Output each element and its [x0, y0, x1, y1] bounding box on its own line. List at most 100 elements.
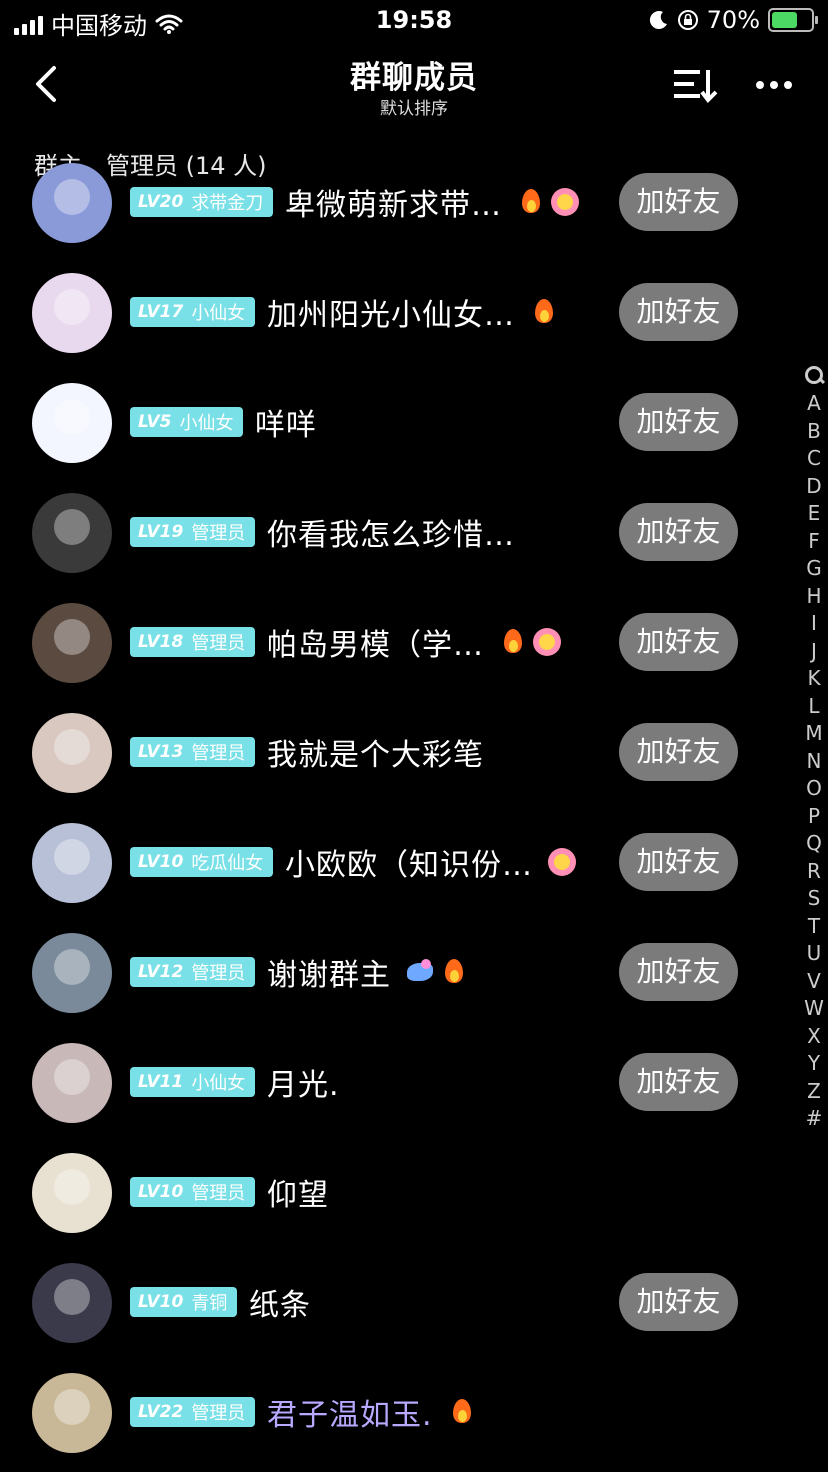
avatar[interactable] [32, 163, 112, 243]
fire-icon [498, 627, 528, 657]
member-row[interactable]: LV11 小仙女 月光. 加好友 [0, 1027, 780, 1137]
flower-icon [532, 627, 562, 657]
index-letter[interactable]: M [805, 720, 822, 748]
dragon-icon [405, 957, 435, 987]
member-row[interactable]: LV18 管理员 帕岛男模（学… 加好友 [0, 587, 780, 697]
level-badge: LV5 小仙女 [130, 407, 244, 437]
index-letter[interactable]: G [806, 555, 822, 583]
member-row[interactable]: LV12 管理员 谢谢群主 加好友 [0, 917, 780, 1027]
level-badge: LV12 管理员 [130, 957, 256, 987]
add-friend-button[interactable]: 加好友 [619, 613, 738, 671]
member-row[interactable]: LV17 小仙女 加州阳光小仙女… 加好友 [0, 257, 780, 367]
level-label: LV5 [138, 412, 172, 432]
index-letter[interactable]: I [811, 610, 817, 638]
level-badge: LV19 管理员 [130, 517, 256, 547]
level-label: LV17 [138, 302, 184, 322]
avatar[interactable] [32, 823, 112, 903]
add-friend-button[interactable]: 加好友 [619, 283, 738, 341]
index-letter[interactable]: W [804, 995, 824, 1023]
badge-title: 小仙女 [191, 1073, 246, 1094]
avatar[interactable] [32, 1153, 112, 1233]
index-letter[interactable]: J [811, 638, 817, 666]
index-letter[interactable]: # [806, 1105, 823, 1133]
index-letter[interactable]: K [807, 665, 820, 693]
badge-title: 吃瓜仙女 [191, 853, 264, 874]
fire-icon [516, 187, 546, 217]
avatar[interactable] [32, 713, 112, 793]
badge-title: 求带金刀 [191, 193, 264, 214]
index-letter[interactable]: E [808, 500, 821, 528]
member-row[interactable]: LV22 管理员 君子温如玉. [0, 1357, 780, 1467]
add-friend-button[interactable]: 加好友 [619, 393, 738, 451]
member-row[interactable]: LV10 吃瓜仙女 小欧欧（知识份… 加好友 [0, 807, 780, 917]
index-letter[interactable]: Q [806, 830, 822, 858]
index-letter[interactable]: X [807, 1023, 821, 1051]
search-icon[interactable] [802, 362, 826, 390]
member-name: 月光. [267, 1068, 340, 1103]
add-friend-button[interactable]: 加好友 [619, 943, 738, 1001]
more-button[interactable] [756, 70, 796, 100]
index-letter[interactable]: N [807, 748, 822, 776]
moon-icon [649, 11, 667, 30]
level-label: LV19 [138, 522, 184, 542]
index-letter[interactable]: O [806, 775, 822, 803]
avatar[interactable] [32, 1263, 112, 1343]
index-letter[interactable]: V [807, 968, 821, 996]
fire-icon [529, 297, 559, 327]
fire-icon [439, 957, 469, 987]
index-letter[interactable]: H [806, 583, 821, 611]
status-bar: 中国移动 19:58 70% [0, 0, 828, 44]
avatar[interactable] [32, 1373, 112, 1453]
badge-title: 管理员 [191, 1183, 246, 1204]
index-letter[interactable]: T [808, 913, 820, 941]
index-letter[interactable]: Z [807, 1078, 821, 1106]
more-dot [770, 81, 778, 89]
avatar[interactable] [32, 933, 112, 1013]
level-badge: LV10 青铜 [130, 1287, 238, 1317]
member-name: 卑微萌新求带… [285, 188, 502, 223]
avatar[interactable] [32, 603, 112, 683]
index-letter[interactable]: Y [808, 1050, 820, 1078]
level-badge: LV10 管理员 [130, 1177, 256, 1207]
avatar[interactable] [32, 493, 112, 573]
add-friend-button[interactable]: 加好友 [619, 1273, 738, 1331]
member-row[interactable]: LV19 管理员 你看我怎么珍惜… 加好友 [0, 477, 780, 587]
index-letter[interactable]: F [808, 528, 820, 556]
index-letter[interactable]: R [807, 858, 821, 886]
status-right: 70% [649, 6, 818, 34]
member-name: 仰望 [267, 1178, 329, 1213]
add-friend-button[interactable]: 加好友 [619, 833, 738, 891]
avatar[interactable] [32, 1043, 112, 1123]
member-row[interactable]: LV20 求带金刀 卑微萌新求带… 加好友 [0, 147, 780, 257]
index-letter[interactable]: U [807, 940, 822, 968]
add-friend-button[interactable]: 加好友 [619, 503, 738, 561]
battery-icon [768, 8, 818, 32]
level-badge: LV20 求带金刀 [130, 187, 274, 217]
index-letter[interactable]: S [808, 885, 821, 913]
member-name: 纸条 [249, 1288, 311, 1323]
battery-fill [772, 12, 797, 28]
member-name: 咩咩 [255, 408, 317, 443]
add-friend-button[interactable]: 加好友 [619, 723, 738, 781]
level-label: LV10 [138, 852, 184, 872]
index-letter[interactable]: A [807, 390, 821, 418]
add-friend-button[interactable]: 加好友 [619, 173, 738, 231]
avatar[interactable] [32, 383, 112, 463]
alphabet-index-bar[interactable]: A B C D E F G H I J K L M N O P Q R S T U V W X Y Z # [802, 362, 826, 1133]
sort-icon [674, 70, 718, 104]
add-friend-button[interactable]: 加好友 [619, 1053, 738, 1111]
member-row[interactable]: LV5 小仙女 咩咩 加好友 [0, 367, 780, 477]
badge-title: 小仙女 [191, 303, 246, 324]
index-letter[interactable]: L [808, 693, 819, 721]
index-letter[interactable]: D [806, 473, 821, 501]
avatar[interactable] [32, 273, 112, 353]
member-row[interactable]: LV13 管理员 我就是个大彩笔 加好友 [0, 697, 780, 807]
member-row[interactable]: LV10 青铜 纸条 加好友 [0, 1247, 780, 1357]
level-label: LV18 [138, 632, 184, 652]
badge-title: 管理员 [191, 743, 246, 764]
index-letter[interactable]: C [807, 445, 821, 473]
index-letter[interactable]: P [808, 803, 820, 831]
index-letter[interactable]: B [807, 418, 821, 446]
sort-button[interactable] [672, 64, 720, 104]
member-row[interactable]: LV10 管理员 仰望 [0, 1137, 780, 1247]
